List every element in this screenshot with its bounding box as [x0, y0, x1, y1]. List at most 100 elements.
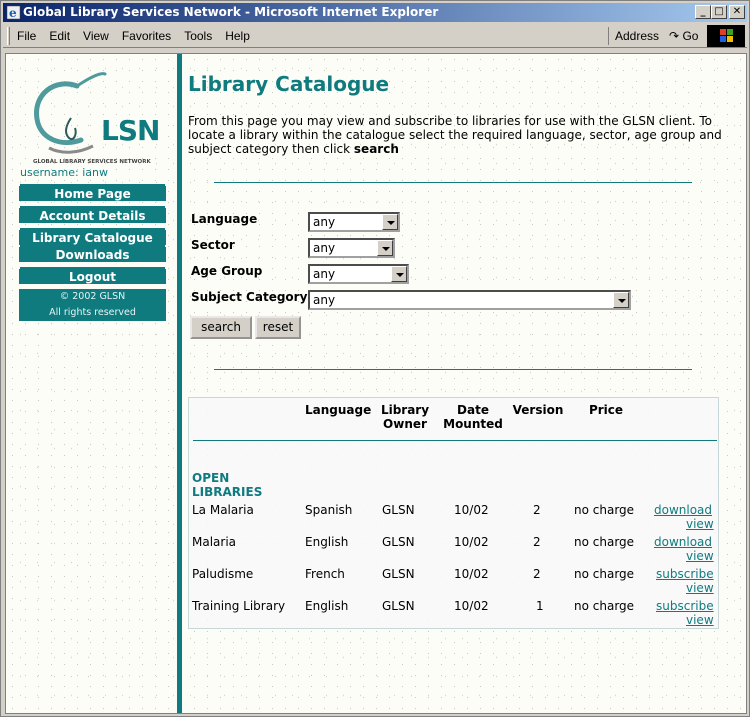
library-owner: GLSN — [382, 535, 415, 549]
library-version: 1 — [536, 599, 544, 613]
address-label[interactable]: Address — [615, 27, 659, 45]
col-owner-header-line-2: Owner — [383, 417, 427, 431]
nav-home-page[interactable]: Home Page — [19, 186, 166, 201]
search-button[interactable]: search — [190, 316, 252, 339]
copyright-line-2: All rights reserved — [49, 307, 136, 318]
col-price-header: Price — [588, 403, 624, 417]
title-bar: e Global Library Services Network - Micr… — [3, 3, 747, 22]
language-select[interactable]: any — [308, 212, 400, 232]
library-name: Training Library — [192, 599, 286, 613]
library-name: Malaria — [192, 535, 237, 549]
nav-logout[interactable]: Logout — [19, 269, 166, 284]
age-group-select[interactable]: any — [308, 264, 409, 284]
minimize-button[interactable]: _ — [695, 5, 711, 19]
library-owner: GLSN — [382, 599, 415, 613]
age-group-label: Age Group — [191, 264, 263, 278]
subscribe-link[interactable]: subscribe — [656, 567, 714, 581]
library-version: 2 — [533, 567, 541, 581]
col-language-header: Language — [305, 403, 372, 417]
svg-text:e: e — [9, 6, 17, 20]
ie-icon: e — [6, 5, 21, 20]
subject-category-select-value: any — [313, 293, 336, 307]
chevron-down-icon — [391, 266, 407, 282]
intro-search-word: search — [353, 142, 399, 156]
subject-category-select[interactable]: any — [308, 290, 631, 310]
intro-body: From this page you may view and subscrib… — [188, 114, 722, 156]
chevron-down-icon — [377, 240, 393, 256]
divider-top — [214, 182, 692, 183]
library-language: English — [305, 599, 349, 613]
menu-file[interactable]: File — [17, 29, 36, 43]
library-mounted: 10/02 — [454, 503, 489, 517]
nav-downloads[interactable]: Downloads — [19, 247, 166, 262]
sector-label: Sector — [191, 238, 235, 252]
toolbar-grip — [7, 27, 10, 45]
open-libraries-heading: OPEN LIBRARIES — [192, 471, 262, 499]
library-price: no charge — [574, 567, 635, 581]
close-button[interactable]: ✕ — [729, 5, 745, 19]
language-select-value: any — [313, 215, 336, 229]
view-link[interactable]: view — [686, 581, 714, 595]
age-group-select-value: any — [313, 267, 336, 281]
open-libraries-line-2: LIBRARIES — [192, 485, 263, 499]
nav-account-details[interactable]: Account Details — [19, 208, 166, 223]
logo-text: LSN — [101, 114, 160, 147]
chevron-down-icon — [613, 292, 629, 308]
col-mounted-header: Date Mounted — [441, 403, 505, 431]
library-language: French — [305, 567, 345, 581]
intro-text: From this page you may view and subscrib… — [188, 114, 728, 156]
subscribe-link[interactable]: subscribe — [656, 599, 714, 613]
go-button[interactable]: ↷ Go — [669, 27, 698, 45]
table-row: La Malaria Spanish GLSN 10/02 2 no charg… — [189, 502, 718, 534]
library-language: English — [305, 535, 349, 549]
go-arrow-icon: ↷ — [669, 29, 680, 43]
menu-view[interactable]: View — [83, 29, 109, 43]
table-header-rule — [193, 440, 717, 441]
browser-window: e Global Library Services Network - Micr… — [0, 0, 750, 717]
language-label: Language — [191, 212, 258, 226]
sector-select-value: any — [313, 241, 336, 255]
sidebar: LSN GLOBAL LIBRARY SERVICES NETWORK user… — [19, 64, 166, 321]
divider-bottom — [214, 369, 692, 370]
menu-tools[interactable]: Tools — [184, 29, 212, 43]
libraries-table: Language Library Owner Date Mounted Vers… — [188, 397, 719, 629]
library-mounted: 10/02 — [454, 599, 489, 613]
library-name: Paludisme — [192, 567, 254, 581]
table-row: Training Library English GLSN 10/02 1 no… — [189, 598, 718, 630]
library-version: 2 — [533, 503, 541, 517]
download-link[interactable]: download — [654, 535, 712, 549]
page-title: Library Catalogue — [188, 72, 390, 96]
table-row: Malaria English GLSN 10/02 2 no charge d… — [189, 534, 718, 566]
menu-bar: File Edit View Favorites Tools Help Addr… — [3, 24, 747, 48]
menu-help[interactable]: Help — [225, 29, 250, 43]
col-owner-header: Library Owner — [378, 403, 432, 431]
library-owner: GLSN — [382, 567, 415, 581]
col-owner-header-line-1: Library — [380, 403, 430, 417]
library-language: Spanish — [305, 503, 353, 517]
view-link[interactable]: view — [686, 549, 714, 563]
menu-favorites[interactable]: Favorites — [122, 29, 171, 43]
view-link[interactable]: view — [686, 613, 714, 627]
nav-library-catalogue[interactable]: Library Catalogue — [19, 230, 166, 245]
copyright-box: © 2002 GLSN All rights reserved — [19, 289, 166, 321]
sector-select[interactable]: any — [308, 238, 395, 258]
table-row: Paludisme French GLSN 10/02 2 no charge … — [189, 566, 718, 598]
open-libraries-line-1: OPEN — [192, 471, 230, 485]
menu-edit[interactable]: Edit — [49, 29, 70, 43]
library-version: 2 — [533, 535, 541, 549]
go-label: Go — [682, 29, 699, 43]
sidebar-divider — [177, 54, 182, 713]
library-name: La Malaria — [192, 503, 254, 517]
copyright-line-1: © 2002 GLSN — [59, 291, 126, 302]
download-link[interactable]: download — [654, 503, 712, 517]
chevron-down-icon — [382, 214, 398, 230]
reset-button[interactable]: reset — [255, 316, 301, 339]
library-mounted: 10/02 — [454, 567, 489, 581]
library-price: no charge — [574, 535, 635, 549]
library-mounted: 10/02 — [454, 535, 489, 549]
view-link[interactable]: view — [686, 517, 714, 531]
library-price: no charge — [574, 599, 635, 613]
maximize-button[interactable]: □ — [711, 5, 727, 19]
logo-subtitle: GLOBAL LIBRARY SERVICES NETWORK — [33, 159, 151, 165]
windows-logo-icon — [707, 25, 745, 47]
